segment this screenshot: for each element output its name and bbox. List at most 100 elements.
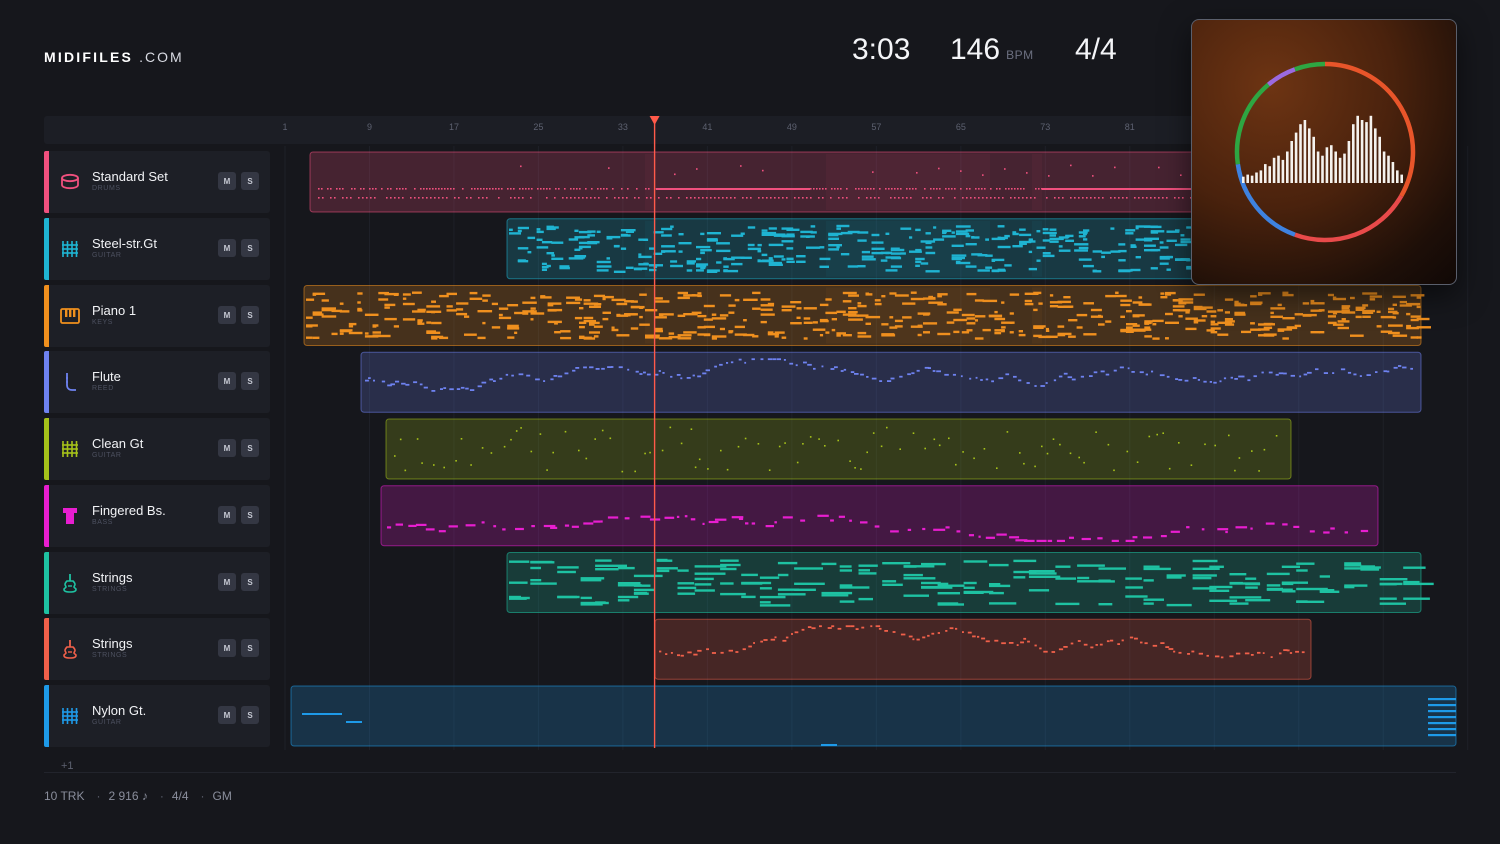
solo-button[interactable]: S (241, 439, 259, 457)
track-name: Strings (92, 570, 133, 585)
brand-logo: MIDIFILES .COM (44, 49, 184, 65)
track-category: GUITAR (92, 252, 122, 259)
midi-notes (394, 426, 1278, 473)
midi-region (380, 485, 1379, 547)
solo-button[interactable]: S (241, 506, 259, 524)
ring-segment (1234, 82, 1270, 165)
track-color-bar (44, 618, 49, 680)
mute-button[interactable]: M (218, 639, 236, 657)
mute-button[interactable]: M (218, 372, 236, 390)
track-header[interactable]: Steel-str.Gt GUITAR M S (44, 218, 270, 280)
spectrum-bar (1299, 124, 1302, 183)
separator: · (200, 789, 205, 803)
solo-button[interactable]: S (241, 372, 259, 390)
track-color-bar (44, 418, 49, 480)
spectrum-bar (1281, 159, 1285, 183)
spectrum-bar (1325, 147, 1329, 183)
solo-button[interactable]: S (241, 573, 259, 591)
solo-button[interactable]: S (241, 639, 259, 657)
spectrum-bar (1312, 136, 1315, 183)
more-tracks-indicator[interactable]: +1 (61, 760, 74, 772)
footer-divider (44, 772, 1456, 773)
midi-notes (387, 514, 1369, 542)
guitar-fret-icon (60, 438, 80, 460)
file-stats: 10 TRK · 2 916 ♪ · 4/4 · GM (44, 789, 236, 803)
keyboard-icon (60, 305, 80, 327)
ruler-tick: 49 (786, 122, 797, 132)
track-category: GUITAR (92, 719, 122, 726)
spectrum-bar (1378, 136, 1381, 183)
spectrum-bar (1246, 174, 1249, 183)
track-category: DRUMS (92, 185, 121, 192)
track-color-bar (44, 351, 49, 413)
spectrum-bar (1259, 170, 1263, 183)
spectrum-bar (1303, 120, 1307, 183)
solo-button[interactable]: S (241, 239, 259, 257)
spectrum-bar (1277, 155, 1280, 183)
track-header[interactable]: Strings STRINGS M S (44, 552, 270, 614)
track-color-bar (44, 552, 49, 614)
track-color-bar (44, 285, 49, 347)
midi-region (506, 218, 1201, 280)
track-name: Piano 1 (92, 303, 137, 318)
track-header[interactable]: Strings STRINGS M S (44, 618, 270, 680)
midi-region (309, 151, 1201, 213)
midi-region (360, 351, 1422, 413)
spectrum-bar (1308, 128, 1311, 183)
track-header[interactable]: Flute REED M S (44, 351, 270, 413)
spectrum-bar (1268, 166, 1271, 183)
mute-button[interactable]: M (218, 172, 236, 190)
track-color-bar (44, 485, 49, 547)
ruler-tick: 9 (366, 122, 372, 132)
track-header[interactable]: Clean Gt GUITAR M S (44, 418, 270, 480)
bass-icon (60, 505, 80, 527)
solo-button[interactable]: S (241, 706, 259, 724)
ruler-tick: 65 (955, 122, 966, 132)
song-time: 3:03 (852, 33, 911, 66)
separator: · (159, 789, 164, 803)
brand-bold: MIDIFILES (44, 49, 134, 65)
mute-button[interactable]: M (218, 706, 236, 724)
track-name: Steel-str.Gt (92, 236, 158, 251)
guitar-fret-icon (60, 238, 80, 260)
midi-notes (509, 558, 1434, 607)
track-name: Flute (92, 369, 121, 384)
mute-button[interactable]: M (218, 439, 236, 457)
track-header[interactable]: Fingered Bs. BASS M S (44, 485, 270, 547)
tempo-unit: BPM (1006, 48, 1034, 62)
solo-button[interactable]: S (241, 306, 259, 324)
region-gap (645, 220, 655, 277)
midi-notes (318, 164, 1192, 199)
track-header[interactable]: Standard Set DRUMS M S (44, 151, 270, 213)
region-gap (645, 154, 655, 210)
mute-button[interactable]: M (218, 573, 236, 591)
spectrum-bar (1382, 151, 1386, 183)
spectrum-bar (1391, 162, 1395, 183)
ruler-tick: 25 (533, 122, 544, 132)
spectrum-bar (1321, 155, 1324, 183)
track-header[interactable]: Piano 1 KEYS M S (44, 285, 270, 347)
ring-segment (1266, 67, 1296, 87)
spectrum-bar (1316, 151, 1320, 183)
region-gap (1032, 287, 1042, 344)
track-color-bar (44, 685, 49, 747)
mute-button[interactable]: M (218, 306, 236, 324)
track-name: Fingered Bs. (92, 503, 166, 518)
drum-icon (60, 171, 80, 193)
ruler-tick: 17 (448, 122, 459, 132)
spectrum-bar (1343, 153, 1346, 183)
solo-button[interactable]: S (241, 172, 259, 190)
spectrum-bar (1338, 157, 1342, 183)
region-gap (645, 287, 655, 344)
region-gap (1032, 220, 1042, 277)
spectrum-bar (1347, 141, 1351, 183)
track-category: STRINGS (92, 652, 128, 659)
spectrum-bar (1330, 145, 1333, 183)
mute-button[interactable]: M (218, 239, 236, 257)
spectrum-bar (1255, 172, 1258, 183)
midi-notes (659, 625, 1305, 659)
track-header[interactable]: Nylon Gt. GUITAR M S (44, 685, 270, 747)
mute-button[interactable]: M (218, 506, 236, 524)
spectrum-bar (1334, 151, 1337, 183)
spectrum-bar (1356, 115, 1359, 183)
